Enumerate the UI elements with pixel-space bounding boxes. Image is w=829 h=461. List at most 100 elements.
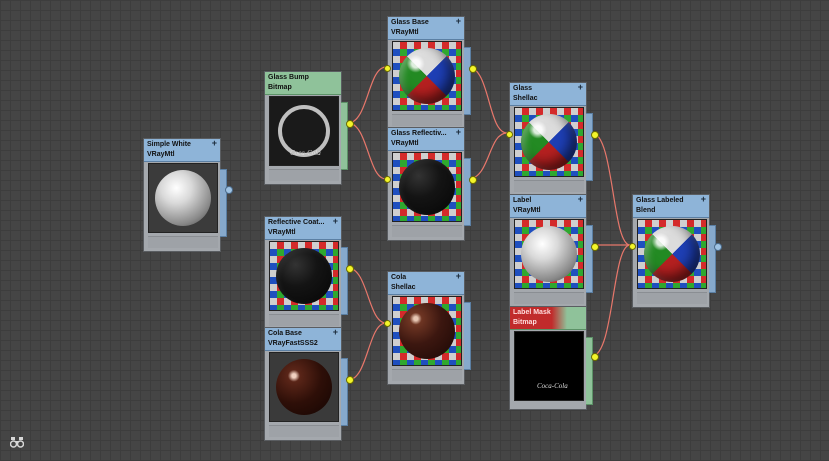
node-label-mask[interactable]: Label Mask Bitmap Coca-Cola [509, 306, 599, 410]
node-header[interactable]: Glass Bump Bitmap [265, 72, 341, 95]
wire-colabase-to-cola [347, 322, 387, 381]
node-side-tab[interactable] [586, 337, 593, 405]
input-socket[interactable] [506, 131, 513, 138]
node-footer [269, 425, 339, 437]
expand-plus-icon[interactable]: + [212, 139, 217, 148]
expand-plus-icon[interactable]: + [578, 195, 583, 204]
output-socket[interactable] [591, 243, 599, 251]
output-socket[interactable] [346, 265, 354, 273]
node-title: Glass [513, 85, 533, 92]
node-glass-bump[interactable]: Glass Bump Bitmap Coca-Cola [264, 71, 354, 185]
output-socket[interactable] [346, 376, 354, 384]
material-preview [392, 152, 462, 222]
node-type: VRayFastSSS2 [268, 340, 318, 347]
input-socket[interactable] [629, 243, 636, 250]
node-side-tab[interactable] [586, 113, 593, 181]
node-side-tab[interactable] [341, 247, 348, 315]
node-title: Glass Reflectiv... [391, 130, 447, 137]
material-preview [514, 107, 584, 177]
node-title: Reflective Coat... [268, 219, 325, 226]
input-socket[interactable] [384, 320, 391, 327]
node-type: VRayMtl [513, 207, 541, 214]
material-preview [148, 163, 218, 233]
wire-glassbase-to-shellac [467, 66, 508, 134]
node-glass-base[interactable]: Glass Base VRayMtl + [384, 16, 477, 130]
sphere-preview [399, 303, 455, 359]
node-header[interactable]: Reflective Coat... VRayMtl + [265, 217, 341, 240]
node-type: VRayMtl [391, 140, 419, 147]
bitmap-preview: Coca-Cola [269, 96, 339, 166]
material-preview [392, 296, 462, 366]
node-footer [637, 292, 707, 304]
node-side-tab[interactable] [464, 302, 471, 370]
node-header[interactable]: Cola Shellac + [388, 272, 464, 295]
input-socket[interactable] [384, 65, 391, 72]
node-header[interactable]: Glass Shellac + [510, 83, 586, 106]
node-glass-shellac[interactable]: Glass Shellac + [506, 82, 599, 196]
input-socket[interactable] [384, 176, 391, 183]
sphere-preview [521, 226, 577, 282]
node-type: Shellac [391, 284, 416, 291]
node-footer [269, 169, 339, 181]
node-footer [392, 369, 462, 381]
wire-reflcoat-to-cola [347, 267, 387, 324]
node-header[interactable]: Glass Base VRayMtl + [388, 17, 464, 40]
node-side-tab[interactable] [220, 169, 227, 237]
node-title: Glass Base [391, 19, 429, 26]
node-glass-reflective[interactable]: Glass Reflectiv... VRayMtl + [384, 127, 477, 241]
output-socket[interactable] [591, 131, 599, 139]
node-footer [269, 314, 339, 326]
node-side-tab[interactable] [586, 225, 593, 293]
node-type: VRayMtl [147, 151, 175, 158]
node-header[interactable]: Cola Base VRayFastSSS2 + [265, 328, 341, 351]
output-socket[interactable] [591, 353, 599, 361]
expand-plus-icon[interactable]: + [333, 328, 338, 337]
node-title: Cola [391, 274, 407, 281]
sphere-preview [399, 48, 455, 104]
material-preview [269, 241, 339, 311]
node-title: Simple White [147, 141, 191, 148]
node-header[interactable]: Glass Reflectiv... VRayMtl + [388, 128, 464, 151]
logo-text: Coca-Cola [537, 382, 568, 390]
output-socket[interactable] [469, 176, 477, 184]
node-simple-white[interactable]: Simple White VRayMtl + [143, 138, 233, 252]
node-reflective-coat[interactable]: Reflective Coat... VRayMtl + [264, 216, 354, 330]
node-header[interactable]: Label Mask Bitmap [510, 307, 586, 330]
node-side-tab[interactable] [709, 225, 716, 293]
node-side-tab[interactable] [464, 158, 471, 226]
node-cola-base[interactable]: Cola Base VRayFastSSS2 + [264, 327, 354, 441]
material-preview [392, 41, 462, 111]
node-cola-shellac[interactable]: Cola Shellac + [384, 271, 471, 385]
node-header[interactable]: Simple White VRayMtl + [144, 139, 220, 162]
output-socket[interactable] [714, 243, 722, 251]
node-label[interactable]: Label VRayMtl + [509, 194, 599, 308]
wire-reflective-to-shellac [467, 132, 508, 180]
expand-plus-icon[interactable]: + [701, 195, 706, 204]
expand-plus-icon[interactable]: + [333, 217, 338, 226]
sphere-preview [521, 114, 577, 170]
material-preview [269, 352, 339, 422]
node-title: Glass Labeled [636, 197, 684, 204]
node-side-tab[interactable] [464, 47, 471, 115]
binoculars-icon[interactable] [9, 436, 25, 448]
node-header[interactable]: Label VRayMtl + [510, 195, 586, 218]
expand-plus-icon[interactable]: + [578, 83, 583, 92]
bitmap-preview: Coca-Cola [514, 331, 584, 401]
expand-plus-icon[interactable]: + [456, 17, 461, 26]
material-preview [514, 219, 584, 289]
node-side-tab[interactable] [341, 358, 348, 426]
output-socket[interactable] [346, 120, 354, 128]
node-glass-labeled[interactable]: Glass Labeled Blend + [629, 194, 722, 308]
expand-plus-icon[interactable]: + [456, 128, 461, 137]
node-type: VRayMtl [268, 229, 296, 236]
expand-plus-icon[interactable]: + [456, 272, 461, 281]
node-footer [148, 236, 218, 248]
node-side-tab[interactable] [341, 102, 348, 170]
sphere-preview [644, 226, 700, 282]
node-footer [392, 114, 462, 126]
wire-shellac-to-labeled [591, 132, 631, 246]
node-header[interactable]: Glass Labeled Blend + [633, 195, 709, 218]
output-socket[interactable] [225, 186, 233, 194]
output-socket[interactable] [469, 65, 477, 73]
sphere-preview [399, 159, 455, 215]
